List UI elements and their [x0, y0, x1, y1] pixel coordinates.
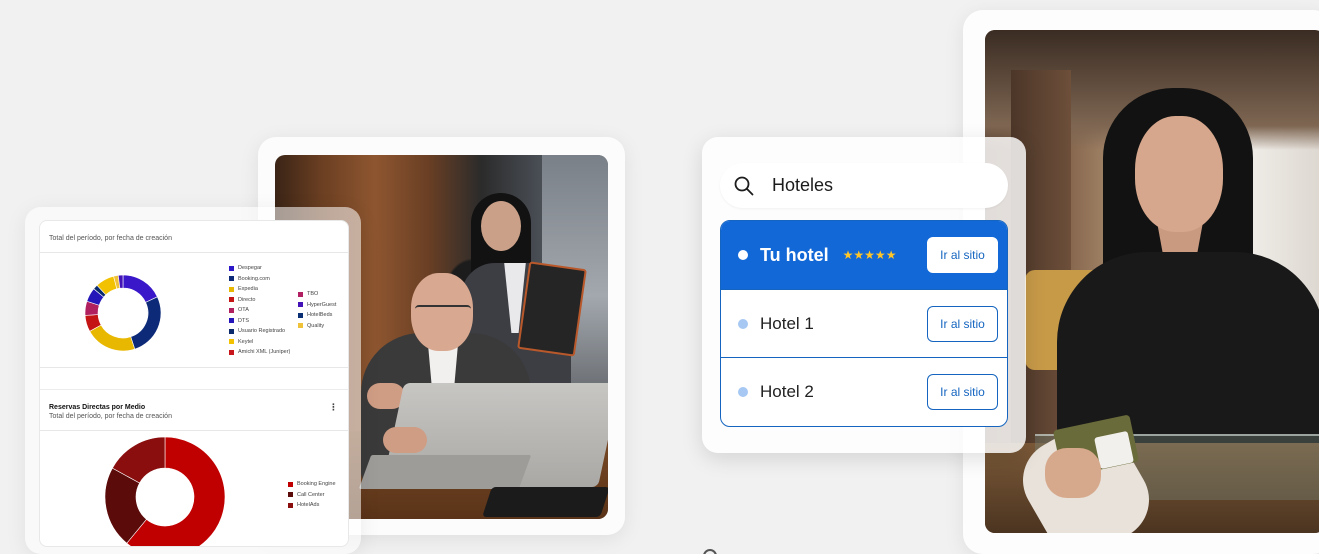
legend-item: HyperGuest — [298, 300, 336, 311]
search-query: Hoteles — [772, 175, 834, 195]
chart2-body: Booking Engine Call Center HotelAds — [40, 431, 348, 546]
hotel-name: Hotel 2 — [760, 382, 814, 401]
chart2-title: Reservas Directas por Medio — [49, 404, 146, 411]
legend-item: DTS — [229, 316, 290, 327]
legend-item: Usuario Registrado — [229, 326, 290, 337]
chart1-legend-col1: Despegar Booking.com Expedia Directo OTA DTS U… — [229, 263, 290, 358]
hotel-results-list: Tu hotel ★★★★★ Ir al sitio Hotel 1 Ir al… — [720, 220, 1008, 427]
star-rating: ★★★★★ — [842, 248, 897, 262]
hotel-name: Tu hotel — [760, 244, 829, 265]
chart1-header: Total del período, por fecha de creación — [40, 221, 348, 253]
legend-item: Keytel — [229, 337, 290, 348]
donut-chart-direct-reservations — [104, 436, 226, 546]
legend-swatch — [229, 265, 234, 271]
legend-item: Call Center — [288, 490, 336, 501]
photo-guest-hand — [1045, 448, 1101, 498]
donut-slice-expedia[interactable] — [89, 324, 136, 352]
legend-swatch — [288, 502, 293, 508]
search-input[interactable]: Hoteles — [720, 163, 1008, 208]
bullet-icon — [738, 387, 748, 397]
legend-swatch — [298, 291, 303, 297]
visit-site-button[interactable]: Ir al sitio — [927, 374, 998, 410]
hotel-result-hotel-2[interactable]: Hotel 2 Ir al sitio — [721, 358, 1007, 426]
legend-label: HyperGuest — [307, 301, 337, 308]
legend-swatch — [288, 492, 293, 498]
chart2-header: Reservas Directas por Medio Total del pe… — [40, 389, 348, 431]
photo-folder — [517, 261, 587, 357]
hotel-search-card: Hoteles Tu hotel ★★★★★ Ir al sitio Hotel… — [702, 137, 1026, 453]
legend-swatch — [229, 339, 234, 345]
kebab-menu-icon[interactable]: ⋮ — [329, 402, 338, 413]
visit-site-button[interactable]: Ir al sitio — [927, 305, 998, 342]
legend-item: HotelAds — [288, 500, 336, 511]
legend-item: Booking.com — [229, 274, 290, 285]
visit-site-button[interactable]: Ir al sitio — [927, 237, 998, 273]
legend-label: TBO — [307, 291, 319, 297]
photo-woman-face — [481, 201, 521, 251]
legend-swatch — [298, 323, 303, 329]
dashboard-card: Total del período, por fecha de creación… — [25, 207, 361, 554]
donut-slice-booking-com[interactable] — [130, 296, 161, 350]
chart2-legend: Booking Engine Call Center HotelAds — [288, 479, 336, 511]
legend-swatch — [229, 276, 234, 282]
legend-label: DTS — [238, 317, 249, 324]
legend-item: OTA — [229, 305, 290, 316]
legend-item: Amichi XML (Juniper) — [229, 347, 290, 358]
chart2-subtitle: Total del período, por fecha de creación — [49, 413, 172, 420]
legend-label: Booking.com — [238, 275, 270, 282]
legend-label: Usuario Registrado — [238, 328, 286, 334]
legend-label: Quality — [307, 322, 325, 329]
legend-label: Call Center — [297, 491, 325, 498]
legend-label: Amichi XML (Juniper) — [238, 349, 291, 355]
photo-phone — [482, 487, 608, 517]
photo-laptop-base — [358, 455, 532, 489]
legend-item: Quality — [298, 321, 336, 332]
dashboard-panel: Total del período, por fecha de creación… — [39, 220, 349, 547]
legend-item: TBO — [298, 289, 336, 300]
legend-label: Keytel — [238, 338, 254, 345]
legend-item: Despegar — [229, 263, 290, 274]
legend-label: HotelBeds — [307, 312, 333, 318]
legend-item: Directo — [229, 295, 290, 306]
legend-item: Booking Engine — [288, 479, 336, 490]
photo-glasses — [415, 305, 471, 315]
legend-swatch — [229, 328, 234, 334]
hotel-name: Hotel 1 — [760, 313, 814, 333]
donut-slice-despegar[interactable] — [122, 274, 158, 303]
chart1-body: Despegar Booking.com Expedia Directo OTA DTS U… — [40, 253, 348, 368]
legend-swatch — [229, 307, 234, 313]
legend-label: Expedia — [238, 286, 258, 292]
legend-item: HotelBeds — [298, 310, 336, 321]
legend-swatch — [229, 297, 234, 303]
carousel-indicator-icon[interactable] — [703, 549, 717, 554]
legend-swatch — [229, 349, 234, 355]
hotel-reception-photo — [985, 30, 1319, 533]
hotel-result-hotel-1[interactable]: Hotel 1 Ir al sitio — [721, 290, 1007, 358]
legend-swatch — [229, 318, 234, 324]
legend-label: Despegar — [238, 265, 262, 271]
legend-swatch — [288, 481, 293, 487]
legend-item: Expedia — [229, 284, 290, 295]
bullet-icon — [738, 318, 748, 329]
legend-swatch — [229, 286, 234, 292]
legend-label: OTA — [238, 307, 249, 313]
legend-label: HotelAds — [297, 502, 320, 508]
legend-label: Booking Engine — [297, 481, 336, 487]
chart1-legend-col2: TBO HyperGuest HotelBeds Quality — [298, 289, 336, 331]
bullet-icon — [738, 250, 748, 260]
hotel-result-tu-hotel[interactable]: Tu hotel ★★★★★ Ir al sitio — [721, 221, 1007, 290]
chart1-subtitle: Total del período, por fecha de creación — [49, 235, 172, 242]
search-icon — [734, 176, 754, 195]
donut-chart-reservations-by-channel — [85, 274, 161, 352]
legend-swatch — [298, 302, 303, 308]
photo-receptionist-face — [1135, 116, 1223, 232]
photo-hand-2 — [383, 427, 427, 453]
legend-swatch — [298, 312, 303, 318]
legend-label: Directo — [238, 296, 256, 303]
